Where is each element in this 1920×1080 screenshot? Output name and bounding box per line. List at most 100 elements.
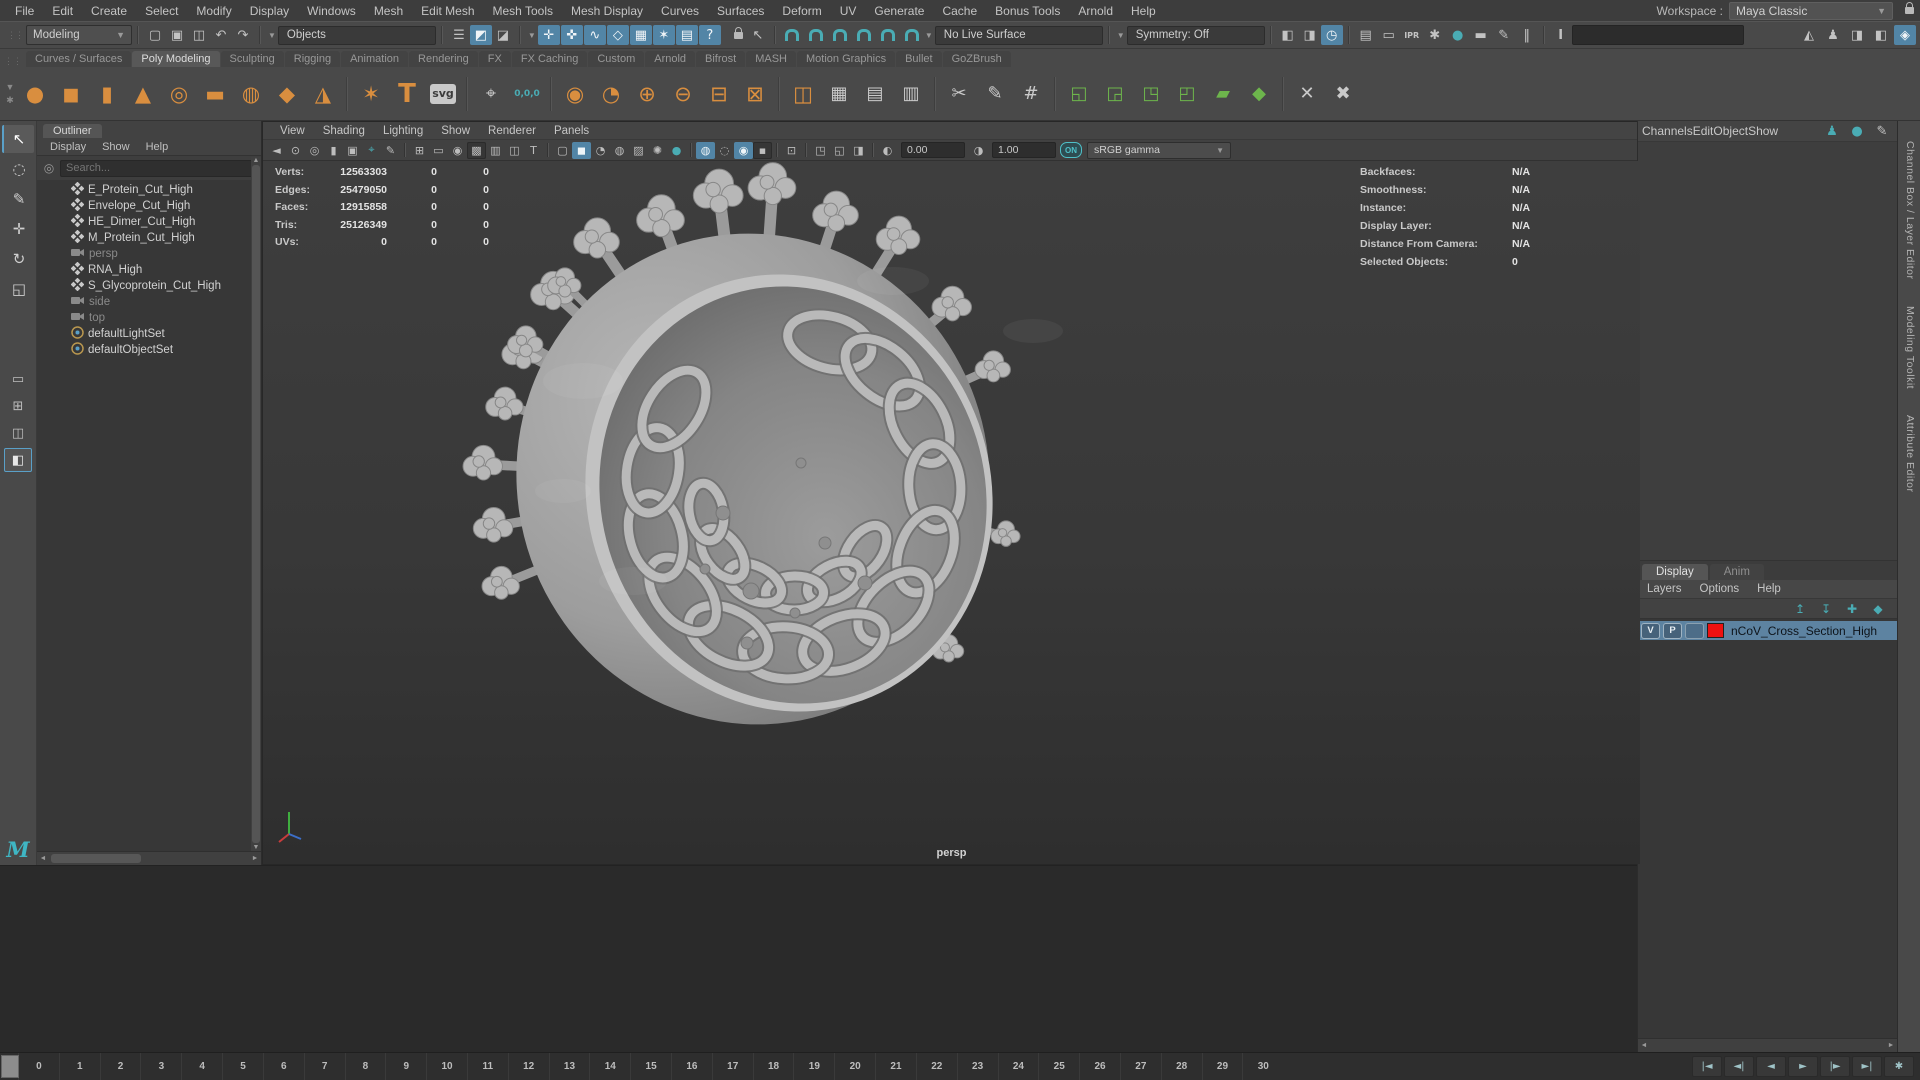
- select-misc-icon[interactable]: ?: [698, 25, 721, 45]
- outliner-persp-layout-icon[interactable]: ◧: [4, 448, 32, 472]
- platonic-solid-icon[interactable]: ◆: [270, 75, 304, 113]
- frame-tick-7[interactable]: 7: [303, 1053, 345, 1080]
- paint-select-icon[interactable]: ✎: [2, 185, 34, 213]
- mirror-icon[interactable]: ◫: [786, 75, 820, 113]
- lasso-select-icon[interactable]: ◌: [2, 155, 34, 183]
- bookmark-icon[interactable]: ▮: [324, 142, 343, 159]
- select-by-object-icon[interactable]: ◩: [469, 25, 492, 45]
- select-by-component-icon[interactable]: ◪: [492, 25, 514, 45]
- shelf-tab-rigging[interactable]: Rigging: [284, 51, 341, 67]
- outliner-menu-display[interactable]: Display: [43, 141, 93, 153]
- new-scene-icon[interactable]: ▢: [144, 25, 166, 45]
- shelf-tab-sculpting[interactable]: Sculpting: [220, 51, 284, 67]
- frame-tick-25[interactable]: 25: [1038, 1053, 1079, 1080]
- colorspace-dropdown[interactable]: sRGB gamma ▼: [1087, 141, 1231, 159]
- outliner-vertical-scrollbar[interactable]: ▲ ▼: [251, 157, 261, 851]
- poly-disc-icon[interactable]: ◍: [234, 75, 268, 113]
- shelf-tab-mash[interactable]: MASH: [746, 51, 796, 67]
- frame-tick-4[interactable]: 4: [181, 1053, 222, 1080]
- play-forwards-icon[interactable]: ►: [1788, 1056, 1818, 1077]
- snap-to-point-icon[interactable]: [829, 25, 851, 45]
- layer-color-swatch[interactable]: [1707, 623, 1724, 638]
- frame-tick-12[interactable]: 12: [507, 1053, 549, 1080]
- boolean-icon[interactable]: ⊠: [738, 75, 772, 113]
- scale-tool-icon[interactable]: ◱: [2, 275, 34, 303]
- channel-manipulator-icon[interactable]: ♟: [1821, 121, 1843, 141]
- viewport-menu-show[interactable]: Show: [432, 125, 479, 137]
- snap-to-view-plane-icon[interactable]: [877, 25, 899, 45]
- grid-fill-icon[interactable]: ▦: [822, 75, 856, 113]
- channel-box-menu-edit[interactable]: Edit: [1693, 124, 1714, 138]
- snap-to-projected-center-icon[interactable]: [853, 25, 875, 45]
- frame-tick-10[interactable]: 10: [426, 1053, 467, 1080]
- menu-generate[interactable]: Generate: [865, 4, 933, 18]
- field-chart-icon[interactable]: ▥: [486, 142, 505, 159]
- channel-box-menu-object[interactable]: Object: [1713, 124, 1748, 138]
- multi-cut-icon[interactable]: ✂: [942, 75, 976, 113]
- arnold-render-icon[interactable]: ●: [1447, 25, 1469, 45]
- light-editor-icon[interactable]: ✎: [1493, 25, 1515, 45]
- copy-pose-icon[interactable]: ◱: [830, 142, 849, 159]
- gate-mask-icon[interactable]: ▩: [467, 141, 486, 159]
- exposure-field[interactable]: 0.00: [901, 142, 965, 158]
- live-surface-field[interactable]: No Live Surface: [934, 25, 1103, 45]
- four-pane-layout-icon[interactable]: ⊞: [4, 394, 32, 418]
- current-frame-marker[interactable]: [1, 1055, 19, 1078]
- viewport-menu-renderer[interactable]: Renderer: [479, 125, 545, 137]
- shelf-tab-bifrost[interactable]: Bifrost: [696, 51, 746, 67]
- exposure-icon[interactable]: ◐: [878, 142, 897, 159]
- shelf-tab-arnold[interactable]: Arnold: [645, 51, 696, 67]
- shadows-icon[interactable]: ●: [667, 142, 686, 159]
- shelf-tab-animation[interactable]: Animation: [341, 51, 409, 67]
- outliner-item-envelope-cut-high[interactable]: Envelope_Cut_High: [37, 197, 261, 214]
- move-tool-icon[interactable]: ✛: [2, 215, 34, 243]
- layer-editor-scrollbar[interactable]: ◄ ►: [1638, 1038, 1897, 1052]
- image-plane-icon[interactable]: ▣: [343, 142, 362, 159]
- frame-tick-17[interactable]: 17: [711, 1053, 753, 1080]
- frame-tick-20[interactable]: 20: [834, 1053, 875, 1080]
- sculpt-tool-icon[interactable]: ✶: [354, 75, 388, 113]
- menu-mesh-tools[interactable]: Mesh Tools: [484, 4, 562, 18]
- viewport-canvas[interactable]: Verts: 12563303 0 0 Edges: 25479050 0 0 Faces: 12…: [263, 161, 1640, 864]
- two-pane-layout-icon[interactable]: ◫: [4, 421, 32, 445]
- chevron-down-icon[interactable]: ▼: [1117, 31, 1125, 40]
- safe-title-icon[interactable]: T: [524, 142, 543, 159]
- menu-mesh[interactable]: Mesh: [365, 4, 412, 18]
- save-scene-icon[interactable]: ◫: [188, 25, 210, 45]
- frame-tick-5[interactable]: 5: [222, 1053, 263, 1080]
- layer-move-down-icon[interactable]: ↧: [1817, 601, 1835, 617]
- sidebar-tab-attribute-editor[interactable]: Attribute Editor: [1904, 415, 1916, 492]
- use-default-material-icon[interactable]: ◔: [591, 142, 610, 159]
- frame-tick-21[interactable]: 21: [875, 1053, 916, 1080]
- scroll-right-icon[interactable]: ►: [249, 855, 261, 862]
- shelf-menu-icon[interactable]: ▼: [6, 82, 15, 92]
- scroll-right-icon[interactable]: ►: [1885, 1042, 1897, 1049]
- chevron-down-icon[interactable]: ▼: [268, 31, 276, 40]
- search-input[interactable]: [60, 159, 257, 177]
- shelf-tab-gozbrush[interactable]: GoZBrush: [942, 51, 1011, 67]
- frame-tick-23[interactable]: 23: [956, 1053, 998, 1080]
- menu-deform[interactable]: Deform: [773, 4, 830, 18]
- grease-pencil-icon[interactable]: ✎: [381, 142, 400, 159]
- two-d-pan-zoom-icon[interactable]: ⌖: [362, 142, 381, 159]
- tool-settings-sidebar-icon[interactable]: ◧: [1870, 25, 1892, 45]
- symmetry-field[interactable]: Symmetry: Off: [1126, 25, 1265, 45]
- snap-align-icon[interactable]: ⌖: [474, 75, 508, 113]
- frame-tick-30[interactable]: 30: [1242, 1053, 1283, 1080]
- chevron-down-icon[interactable]: ▼: [528, 31, 536, 40]
- poly-cube-icon[interactable]: ◼: [54, 75, 88, 113]
- select-rendering-icon[interactable]: ▤: [675, 25, 698, 45]
- poly-cylinder-icon[interactable]: ▮: [90, 75, 124, 113]
- frame-tick-24[interactable]: 24: [997, 1053, 1039, 1080]
- svg-tool-icon[interactable]: svg: [430, 83, 456, 104]
- target-weld-icon[interactable]: ✕: [1290, 75, 1324, 113]
- channel-speed-icon[interactable]: ●: [1846, 121, 1868, 141]
- frame-tick-6[interactable]: 6: [262, 1053, 304, 1080]
- undo-icon[interactable]: ↶: [210, 25, 232, 45]
- frame-tick-3[interactable]: 3: [140, 1053, 181, 1080]
- new-empty-layer-icon[interactable]: ✚: [1843, 601, 1861, 617]
- layer-menu-help[interactable]: Help: [1748, 583, 1790, 595]
- combine-icon[interactable]: ⊕: [630, 75, 664, 113]
- redo-icon[interactable]: ↷: [232, 25, 254, 45]
- outliner-tab[interactable]: Outliner: [43, 124, 102, 138]
